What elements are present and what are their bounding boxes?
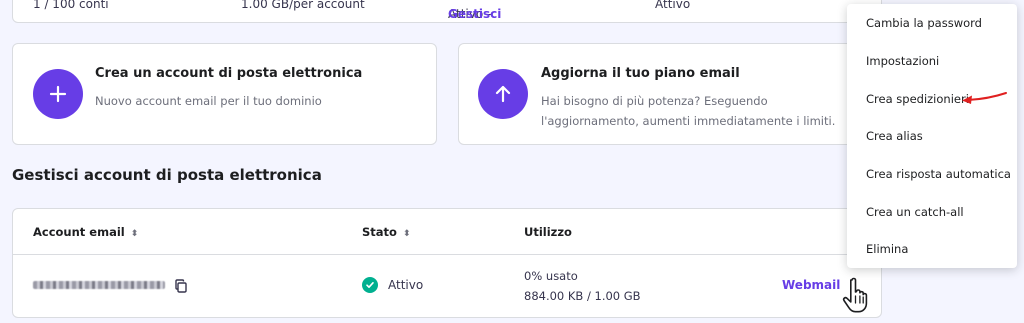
- status-text: Attivo: [388, 278, 424, 292]
- card-description: Hai bisogno di più potenza? Eseguendo l'…: [541, 94, 836, 128]
- annotation-arrow-icon: [962, 92, 1007, 104]
- plan-summary-strip: 1 / 100 conti 1.00 GB/per account Attivo…: [12, 0, 882, 23]
- menu-item-create-autoresponder[interactable]: Crea risposta automatica: [847, 157, 1017, 191]
- column-header-label: Stato: [362, 225, 397, 239]
- card-title: Crea un account di posta elettronica: [95, 66, 363, 81]
- menu-item-create-catch-all[interactable]: Crea un catch-all: [847, 195, 1017, 229]
- account-status: Attivo: [362, 277, 423, 293]
- webmail-link[interactable]: Webmail: [782, 278, 840, 292]
- email-accounts-table: Account email ⬍ Stato ⬍ Utilizzo Attivo 0%…: [12, 208, 882, 318]
- upgrade-email-plan-card[interactable]: Aggiorna il tuo piano email Hai bisogno …: [458, 43, 858, 145]
- create-email-account-card[interactable]: Crea un account di posta elettronica Nuo…: [12, 43, 437, 145]
- sort-icon[interactable]: ⬍: [131, 229, 139, 239]
- section-title: Gestisci account di posta elettronica: [12, 166, 322, 184]
- plan-status-extra: Attivo: [655, 0, 691, 11]
- plus-icon: [33, 69, 83, 119]
- account-actions-menu: Cambia la password Impostazioni Crea spe…: [847, 4, 1017, 268]
- usage-value: 884.00 KB / 1.00 GB: [524, 289, 641, 303]
- usage-percent: 0% usato: [524, 269, 578, 283]
- column-header-usage: Utilizzo: [524, 225, 572, 239]
- column-header-label: Account email: [33, 225, 125, 239]
- sort-icon[interactable]: ⬍: [403, 229, 411, 239]
- menu-item-create-alias[interactable]: Crea alias: [847, 119, 1017, 153]
- menu-item-settings[interactable]: Impostazioni: [847, 44, 1017, 78]
- menu-item-change-password[interactable]: Cambia la password: [847, 6, 1017, 40]
- manage-link[interactable]: Gestisci: [448, 7, 501, 21]
- storage-per-account: 1.00 GB/per account: [241, 0, 365, 11]
- check-circle-icon: [362, 277, 378, 293]
- table-header: Account email ⬍ Stato ⬍ Utilizzo: [13, 209, 881, 255]
- card-title: Aggiorna il tuo piano email: [541, 66, 740, 81]
- column-header-status[interactable]: Stato ⬍: [362, 225, 411, 239]
- hand-pointer-cursor-icon: [842, 277, 868, 313]
- accounts-count: 1 / 100 conti: [33, 0, 109, 11]
- arrow-up-icon: [478, 69, 528, 119]
- card-description: Nuovo account email per il tuo dominio: [95, 94, 322, 108]
- column-header-email[interactable]: Account email ⬍: [33, 225, 138, 239]
- copy-icon[interactable]: [174, 279, 188, 293]
- menu-item-delete[interactable]: Elimina: [847, 232, 1017, 266]
- email-address-redacted: [33, 281, 165, 289]
